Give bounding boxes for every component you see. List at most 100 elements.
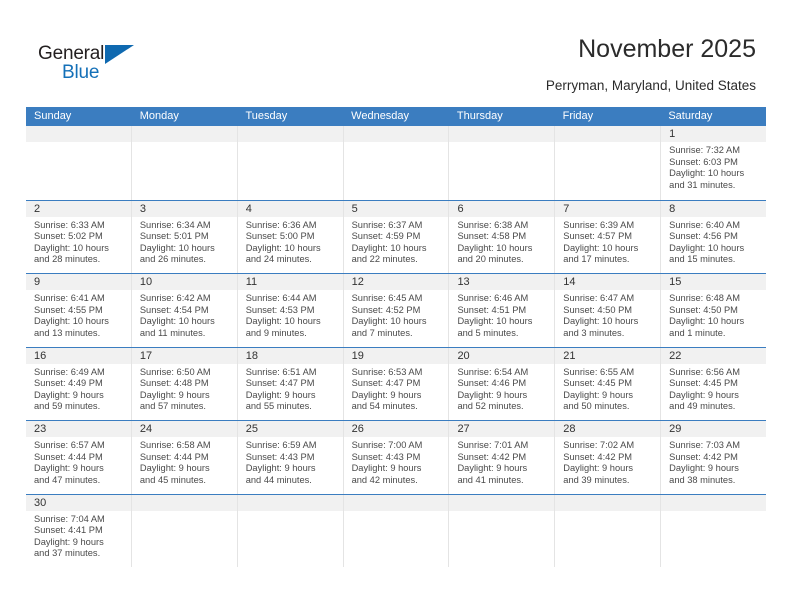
day-number: 3 [139, 202, 146, 215]
calendar-day-cell[interactable]: 11 Sunrise: 6:44 AM Sunset: 4:53 PM Dayligh… [237, 274, 344, 347]
general-blue-logo[interactable]: General Blue [38, 44, 158, 88]
day-number-band: 25 [237, 421, 343, 437]
calendar-day-cell[interactable]: 3 Sunrise: 6:34 AM Sunset: 5:01 PM Daylight… [131, 200, 238, 273]
calendar-day-cell[interactable]: 12 Sunrise: 6:45 AM Sunset: 4:52 PM Dayligh… [343, 274, 450, 347]
calendar-day-cell[interactable]: 16 Sunrise: 6:49 AM Sunset: 4:49 PM Dayligh… [26, 347, 132, 420]
day-number-band [555, 494, 661, 511]
day-sun-info: Sunrise: 6:41 AM Sunset: 4:55 PM Daylight:… [26, 290, 131, 339]
day-sun-info: Sunrise: 6:55 AM Sunset: 4:45 PM Daylight:… [555, 364, 660, 413]
daylight-text-line1: Daylight: 9 hours [669, 389, 739, 400]
calendar-day-cell[interactable]: 22 Sunrise: 6:56 AM Sunset: 4:45 PM Dayligh… [661, 347, 767, 420]
day-sun-info: Sunrise: 6:59 AM Sunset: 4:43 PM Daylight:… [238, 437, 343, 486]
sunset-text: Sunset: 4:56 PM [669, 231, 738, 242]
daylight-text-line1: Daylight: 10 hours [34, 316, 109, 327]
sunset-text: Sunset: 4:48 PM [139, 378, 209, 389]
daylight-text-line1: Daylight: 10 hours [351, 316, 427, 327]
day-number-band: 14 [555, 274, 661, 290]
sunrise-text: Sunrise: 7:04 AM [34, 513, 105, 524]
calendar-day-cell[interactable]: 19 Sunrise: 6:53 AM Sunset: 4:47 PM Dayligh… [343, 347, 450, 420]
day-number: 4 [245, 202, 252, 215]
day-sun-info: Sunrise: 6:53 AM Sunset: 4:47 PM Daylight:… [344, 364, 449, 413]
sunrise-text: Sunrise: 6:57 AM [34, 440, 105, 450]
calendar-day-cell[interactable]: 13 Sunrise: 6:46 AM Sunset: 4:51 PM Dayligh… [449, 274, 556, 347]
calendar-day-cell[interactable]: 25 Sunrise: 6:59 AM Sunset: 4:43 PM Dayligh… [237, 421, 344, 494]
calendar-day-cell[interactable]: 21 Sunrise: 6:55 AM Sunset: 4:45 PM Dayligh… [555, 347, 662, 420]
day-number: 15 [669, 276, 682, 288]
daylight-text-line1: Daylight: 9 hours [34, 536, 104, 547]
calendar-day-cell[interactable]: 9 Sunrise: 6:41 AM Sunset: 4:55 PM Daylight… [26, 274, 132, 347]
day-sun-info: Sunrise: 6:47 AM Sunset: 4:50 PM Daylight:… [555, 290, 660, 339]
calendar-day-cell[interactable]: 24 Sunrise: 6:58 AM Sunset: 4:44 PM Dayligh… [131, 421, 238, 494]
calendar-day-cell[interactable]: 29 Sunrise: 7:03 AM Sunset: 4:42 PM Dayligh… [661, 421, 767, 494]
day-sun-info: Sunrise: 7:32 AM Sunset: 6:03 PM Daylight:… [661, 142, 766, 191]
sunset-text: Sunset: 4:53 PM [245, 304, 315, 315]
day-number-band [237, 126, 343, 142]
day-sun-info: Sunrise: 6:44 AM Sunset: 4:53 PM Daylight:… [238, 290, 343, 339]
day-number: 30 [34, 496, 47, 509]
calendar-day-cell[interactable]: 18 Sunrise: 6:51 AM Sunset: 4:47 PM Dayligh… [237, 347, 344, 420]
calendar-week-row: 1 Sunrise: 7:32 AM Sunset: 6:03 PM Daylight… [26, 126, 767, 200]
calendar-day-cell[interactable]: 17 Sunrise: 6:50 AM Sunset: 4:48 PM Dayligh… [131, 347, 238, 420]
calendar-week-row: 16 Sunrise: 6:49 AM Sunset: 4:49 PM Dayligh… [26, 346, 767, 420]
daylight-text-line1: Daylight: 9 hours [669, 463, 739, 474]
daylight-text-line1: Daylight: 9 hours [563, 389, 634, 400]
calendar-day-cell-empty [343, 494, 450, 567]
calendar-day-cell[interactable]: 15 Sunrise: 6:48 AM Sunset: 4:50 PM Dayligh… [661, 274, 767, 347]
calendar-day-cell[interactable]: 4 Sunrise: 6:36 AM Sunset: 5:00 PM Daylight… [237, 200, 344, 273]
daylight-text-line1: Daylight: 9 hours [351, 463, 422, 474]
day-number: 5 [351, 202, 358, 215]
calendar-day-cell[interactable]: 14 Sunrise: 6:47 AM Sunset: 4:50 PM Dayligh… [555, 274, 662, 347]
calendar-day-cell[interactable]: 2 Sunrise: 6:33 AM Sunset: 5:02 PM Daylight… [26, 200, 132, 273]
calendar-day-cell[interactable]: 7 Sunrise: 6:39 AM Sunset: 4:57 PM Daylight… [555, 200, 662, 273]
sunrise-text: Sunrise: 6:54 AM [457, 366, 529, 377]
day-number-band: 3 [131, 200, 237, 217]
calendar-day-cell[interactable]: 30 Sunrise: 7:04 AM Sunset: 4:41 PM Dayligh… [26, 494, 132, 567]
calendar-day-cell[interactable]: 6 Sunrise: 6:38 AM Sunset: 4:58 PM Daylight… [449, 200, 556, 273]
calendar-day-cell[interactable]: 1 Sunrise: 7:32 AM Sunset: 6:03 PM Daylight… [661, 126, 767, 200]
sunset-text: Sunset: 4:46 PM [457, 378, 527, 389]
calendar-day-cell[interactable]: 20 Sunrise: 6:54 AM Sunset: 4:46 PM Dayligh… [449, 347, 556, 420]
calendar-day-cell[interactable]: 10 Sunrise: 6:42 AM Sunset: 4:54 PM Dayligh… [131, 274, 238, 347]
day-sun-info: Sunrise: 7:03 AM Sunset: 4:42 PM Daylight:… [661, 437, 766, 486]
calendar-day-cell-empty [555, 494, 662, 567]
sunset-text: Sunset: 5:00 PM [245, 231, 315, 242]
sunset-text: Sunset: 4:44 PM [34, 451, 103, 462]
sunset-text: Sunset: 4:41 PM [34, 525, 103, 536]
weekday-header-row: Sunday Monday Tuesday Wednesday Thursday Frid… [26, 107, 766, 126]
sunset-text: Sunset: 4:58 PM [457, 231, 527, 242]
sunset-text: Sunset: 4:44 PM [139, 451, 209, 462]
daylight-text-line2: and 45 minutes. [139, 474, 207, 485]
calendar-day-cell-empty [449, 494, 556, 567]
calendar-day-cell[interactable]: 27 Sunrise: 7:01 AM Sunset: 4:42 PM Dayligh… [449, 421, 556, 494]
calendar-day-cell[interactable]: 5 Sunrise: 6:37 AM Sunset: 4:59 PM Daylight… [343, 200, 450, 273]
daylight-text-line1: Daylight: 10 hours [669, 168, 745, 179]
daylight-text-line1: Daylight: 9 hours [245, 463, 316, 474]
day-number-band: 11 [237, 274, 343, 290]
daylight-text-line2: and 15 minutes. [669, 254, 736, 265]
sunrise-text: Sunrise: 6:46 AM [457, 293, 529, 303]
sunrise-text: Sunrise: 7:32 AM [669, 145, 740, 155]
sunset-text: Sunset: 4:43 PM [351, 451, 421, 462]
day-number-band [343, 126, 449, 142]
calendar-day-cell[interactable]: 26 Sunrise: 7:00 AM Sunset: 4:43 PM Dayligh… [343, 421, 450, 494]
daylight-text-line2: and 7 minutes. [351, 327, 413, 338]
weekday-header-monday: Monday [139, 110, 179, 122]
day-number: 29 [669, 423, 682, 435]
calendar-day-cell[interactable]: 8 Sunrise: 6:40 AM Sunset: 4:56 PM Daylight… [661, 200, 767, 273]
day-sun-info: Sunrise: 6:48 AM Sunset: 4:50 PM Daylight:… [661, 290, 766, 339]
calendar-day-cell[interactable]: 23 Sunrise: 6:57 AM Sunset: 4:44 PM Dayligh… [26, 421, 132, 494]
daylight-text-line2: and 17 minutes. [563, 254, 630, 265]
day-number: 27 [457, 423, 470, 435]
day-sun-info: Sunrise: 6:54 AM Sunset: 4:46 PM Daylight:… [449, 364, 554, 413]
day-number: 17 [139, 349, 153, 362]
day-sun-info: Sunrise: 6:33 AM Sunset: 5:02 PM Daylight:… [26, 217, 131, 266]
sunset-text: Sunset: 4:50 PM [669, 304, 738, 315]
calendar-day-cell[interactable]: 28 Sunrise: 7:02 AM Sunset: 4:42 PM Dayligh… [555, 421, 662, 494]
sunrise-text: Sunrise: 6:56 AM [669, 366, 740, 377]
daylight-text-line2: and 44 minutes. [245, 474, 312, 485]
daylight-text-line2: and 37 minutes. [34, 548, 101, 559]
sunrise-text: Sunrise: 6:38 AM [457, 219, 529, 230]
day-number-band [343, 494, 449, 511]
day-number: 10 [139, 276, 153, 288]
sunset-text: Sunset: 4:42 PM [457, 451, 527, 462]
